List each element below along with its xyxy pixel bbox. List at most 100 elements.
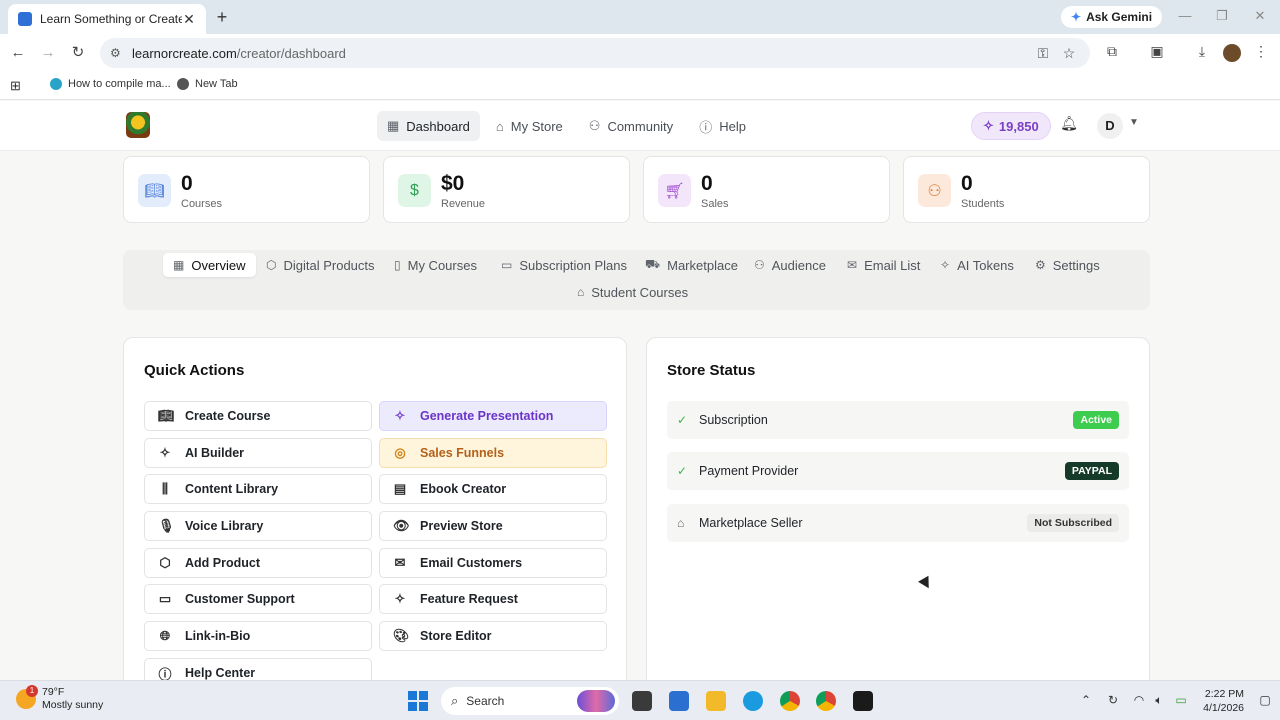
- gemini-sparkle-icon: ✦: [1071, 10, 1082, 24]
- sync-icon[interactable]: ↻: [1104, 693, 1122, 707]
- nav-label: Help: [719, 118, 746, 134]
- outlook-icon[interactable]: [669, 691, 689, 711]
- button-label: Content Library: [185, 482, 279, 496]
- content-library-button[interactable]: ⫼ Content Library: [144, 474, 372, 504]
- tab-email-list[interactable]: ✉ Email List: [837, 253, 930, 277]
- tab-overview[interactable]: ▦ Overview: [163, 253, 256, 277]
- generate-presentation-button[interactable]: ✧ Generate Presentation: [379, 401, 607, 431]
- minimize-icon[interactable]: —: [1175, 8, 1195, 23]
- sales-funnels-button[interactable]: ◎ Sales Funnels: [379, 438, 607, 468]
- forward-arrow-icon[interactable]: →: [38, 43, 58, 63]
- site-info-icon[interactable]: ⚙: [110, 46, 124, 60]
- user-avatar[interactable]: D: [1097, 113, 1123, 139]
- edge-icon[interactable]: [743, 691, 763, 711]
- task-view-icon[interactable]: [632, 691, 652, 711]
- battery-icon[interactable]: ▭: [1172, 693, 1190, 707]
- tab-digital-products[interactable]: ⬡ Digital Products: [256, 253, 385, 277]
- nav-help[interactable]: ⓘ Help: [689, 111, 756, 141]
- clock-time: 2:22 PM: [1204, 688, 1244, 700]
- tab-audience[interactable]: ⚇ Audience: [744, 253, 836, 277]
- tab-label: Email List: [864, 257, 921, 273]
- site-logo[interactable]: [126, 112, 150, 138]
- apps-grid-icon[interactable]: ⊞: [10, 78, 21, 94]
- package-icon: ⬡: [266, 258, 277, 272]
- notifications-icon[interactable]: ▢: [1256, 693, 1274, 707]
- bookmark-label: How to compile ma...: [68, 78, 171, 90]
- eye-icon: 👁︎: [393, 518, 410, 533]
- reload-icon[interactable]: ↻: [68, 43, 88, 63]
- button-label: Voice Library: [185, 519, 264, 533]
- wifi-icon[interactable]: ◠: [1130, 693, 1148, 707]
- store-status-title: Store Status: [667, 362, 756, 379]
- ask-gemini-button[interactable]: ✦ Ask Gemini: [1061, 6, 1163, 28]
- store-editor-button[interactable]: 🎨︎ Store Editor: [379, 621, 607, 651]
- button-label: Preview Store: [420, 519, 503, 533]
- browser-profile-avatar[interactable]: [1223, 44, 1241, 62]
- mail-icon: ✉: [394, 555, 406, 570]
- password-key-icon[interactable]: ⚿: [1034, 45, 1052, 62]
- voice-library-button[interactable]: 🎙︎ Voice Library: [144, 511, 372, 541]
- link-in-bio-button[interactable]: 🌐︎ Link-in-Bio: [144, 621, 372, 651]
- message-square-icon: ▭: [158, 591, 172, 606]
- window-close-icon[interactable]: ✕: [1250, 8, 1270, 24]
- terminal-icon[interactable]: [853, 691, 873, 711]
- chrome-icon[interactable]: [780, 691, 800, 711]
- taskbar-search[interactable]: ⌕ Search: [441, 687, 619, 715]
- tab-marketplace[interactable]: ⛟ Marketplace: [635, 253, 748, 277]
- back-arrow-icon[interactable]: ←: [8, 43, 28, 63]
- tab-subscription-plans[interactable]: ▭ Subscription Plans: [491, 253, 637, 277]
- tab-label: Audience: [771, 257, 826, 273]
- stat-value: $0: [441, 172, 465, 195]
- bell-icon[interactable]: 🔔︎: [1059, 115, 1079, 132]
- kebab-menu-icon[interactable]: ⋮: [1251, 43, 1271, 60]
- add-product-button[interactable]: ⬡ Add Product: [144, 548, 372, 578]
- restore-icon[interactable]: ❐: [1212, 8, 1232, 24]
- bookmark-star-icon[interactable]: ☆: [1060, 45, 1078, 62]
- close-icon[interactable]: ✕: [182, 11, 196, 28]
- system-clock[interactable]: 2:22 PM 4/1/2026: [1196, 687, 1244, 715]
- new-tab-button[interactable]: +: [212, 7, 232, 27]
- file-explorer-icon[interactable]: [706, 691, 726, 711]
- quick-actions-card: Quick Actions 📖︎ Create Course ✧ AI Builde…: [123, 337, 627, 697]
- nav-dashboard[interactable]: ▦ Dashboard: [377, 111, 480, 141]
- tab-my-courses[interactable]: ▯ My Courses: [384, 253, 487, 277]
- bookmark-item-0[interactable]: How to compile ma...: [50, 78, 171, 90]
- ebook-creator-button[interactable]: ▤ Ebook Creator: [379, 474, 607, 504]
- tab-ai-tokens[interactable]: ✧ AI Tokens: [930, 253, 1024, 277]
- nav-label: Community: [607, 118, 674, 134]
- chevron-down-icon[interactable]: ▼: [1129, 117, 1139, 128]
- nav-community[interactable]: ⚇ Community: [579, 111, 683, 141]
- tab-search-icon[interactable]: ▣: [1147, 43, 1167, 60]
- status-row-payment-provider: ✓ Payment Provider PAYPAL: [667, 452, 1129, 490]
- search-icon: ⌕: [451, 693, 459, 708]
- chevron-up-icon[interactable]: ⌃: [1077, 693, 1095, 707]
- nav-my-store[interactable]: ⌂ My Store: [486, 111, 573, 141]
- chrome-profile-icon[interactable]: [816, 691, 836, 711]
- download-icon[interactable]: ⤓: [1192, 43, 1212, 60]
- extensions-icon[interactable]: ⧉: [1102, 43, 1122, 60]
- address-bar[interactable]: ⚙ learnorcreate.com/creator/dashboard ⚿ …: [100, 38, 1090, 68]
- users-icon: ⚇: [918, 174, 951, 207]
- create-course-button[interactable]: 📖︎ Create Course: [144, 401, 372, 431]
- feature-request-button[interactable]: ✧ Feature Request: [379, 584, 607, 614]
- ai-builder-button[interactable]: ✧ AI Builder: [144, 438, 372, 468]
- windows-start-icon[interactable]: [408, 691, 428, 711]
- os-taskbar: 1 79°F Mostly sunny ⌕ Search ⌃ ↻ ◠ 🔈︎ ▭ …: [0, 680, 1280, 720]
- preview-store-button[interactable]: 👁︎ Preview Store: [379, 511, 607, 541]
- grid-icon: ▦: [173, 258, 185, 272]
- package-icon: ⬡: [159, 555, 171, 570]
- button-label: AI Builder: [185, 446, 245, 460]
- speaker-icon[interactable]: 🔈︎: [1150, 693, 1168, 708]
- sparkle-icon: ✧: [983, 118, 994, 133]
- email-customers-button[interactable]: ✉ Email Customers: [379, 548, 607, 578]
- bookmark-item-1[interactable]: New Tab: [177, 78, 238, 90]
- tab-settings[interactable]: ⚙ Settings: [1025, 253, 1110, 277]
- tab-student-courses[interactable]: ⌂ Student Courses: [567, 280, 698, 304]
- button-label: Sales Funnels: [420, 446, 505, 460]
- browser-tab[interactable]: Learn Something or Create Something ✕: [8, 4, 206, 34]
- customer-support-button[interactable]: ▭ Customer Support: [144, 584, 372, 614]
- weather-widget[interactable]: 1 79°F Mostly sunny: [16, 685, 103, 712]
- ai-tokens-badge[interactable]: ✧ 19,850: [971, 112, 1051, 140]
- gear-icon: ⚙: [1035, 258, 1046, 272]
- button-label: Generate Presentation: [420, 409, 554, 423]
